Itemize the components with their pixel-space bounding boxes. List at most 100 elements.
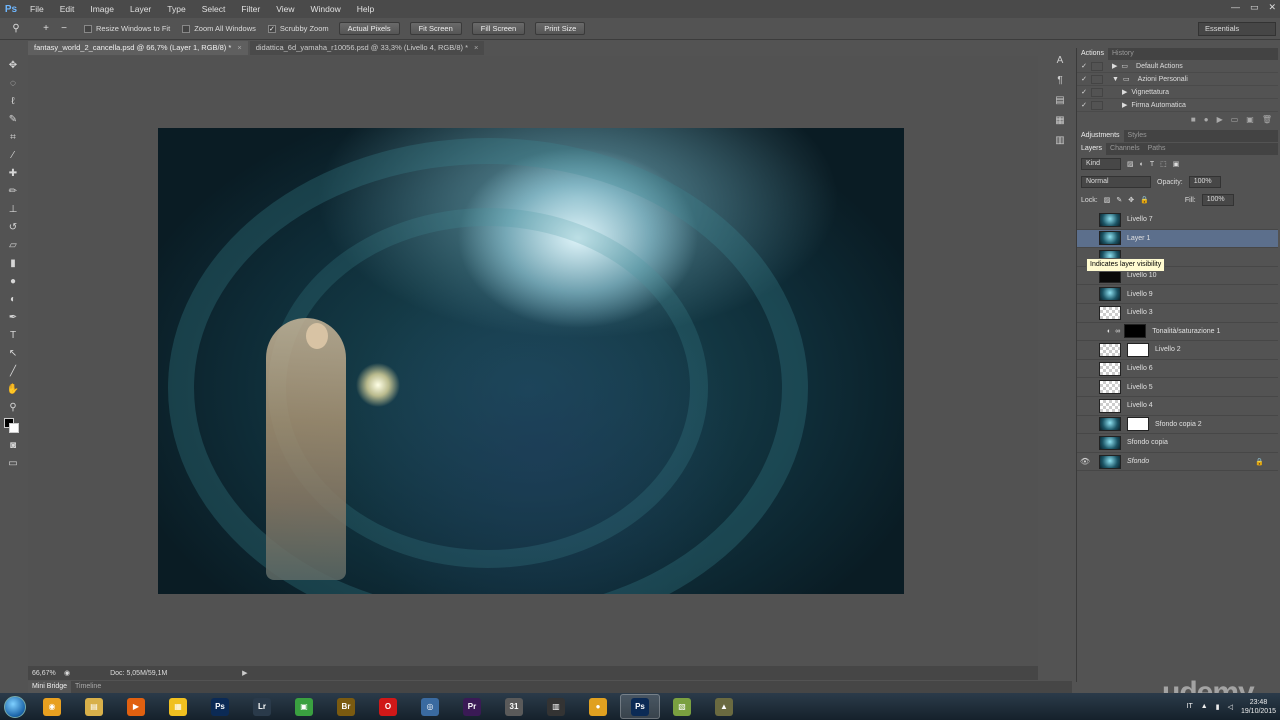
disclosure-triangle-icon[interactable]: ▼ xyxy=(1112,76,1119,83)
blur-tool-icon[interactable]: ● xyxy=(0,272,26,290)
close-icon[interactable]: ✕ xyxy=(1268,0,1276,14)
taskbar-app-button[interactable]: ◎ xyxy=(410,694,450,719)
taskbar-app-button[interactable]: 31 xyxy=(494,694,534,719)
menu-view[interactable]: View xyxy=(268,0,302,18)
action-dialog-toggle[interactable] xyxy=(1091,87,1103,97)
action-check-icon[interactable]: ✓ xyxy=(1077,101,1091,109)
eraser-tool-icon[interactable]: ▱ xyxy=(0,236,26,254)
blend-mode-select[interactable]: Normal xyxy=(1081,176,1151,188)
close-tab-icon[interactable]: × xyxy=(237,41,241,55)
tab-actions[interactable]: Actions xyxy=(1077,48,1108,60)
lock-transparent-icon[interactable]: ▨ xyxy=(1104,196,1111,204)
brush-tool-icon[interactable]: ✏ xyxy=(0,182,26,200)
tab-layers[interactable]: Layers xyxy=(1077,143,1107,155)
shape-tool-icon[interactable]: ╱ xyxy=(0,362,26,380)
taskbar-app-button[interactable]: Ps xyxy=(200,694,240,719)
history-brush-tool-icon[interactable]: ↺ xyxy=(0,218,26,236)
delete-action-icon[interactable]: 🗑 xyxy=(1262,115,1272,124)
tab-history[interactable]: History xyxy=(1108,48,1138,60)
paragraph-panel-icon[interactable]: ¶ xyxy=(1048,70,1072,90)
properties-panel-icon[interactable]: ▦ xyxy=(1048,110,1072,130)
print-size-button[interactable]: Print Size xyxy=(535,22,586,35)
taskbar-app-button[interactable]: O xyxy=(368,694,408,719)
visibility-eye-icon[interactable]: 👁 xyxy=(1077,457,1093,466)
tray-arrow-icon[interactable]: ▲ xyxy=(1201,703,1208,710)
layer-name[interactable]: Livello 10 xyxy=(1127,272,1157,279)
tab-mini-bridge[interactable]: Mini Bridge xyxy=(28,681,72,693)
gradient-tool-icon[interactable]: ▮ xyxy=(0,254,26,272)
zoom-in-icon[interactable]: + xyxy=(38,21,54,37)
menu-edit[interactable]: Edit xyxy=(52,0,83,18)
lock-all-icon[interactable]: 🔒 xyxy=(1140,196,1149,204)
color-swatches[interactable] xyxy=(0,416,26,436)
zoom-level-field[interactable]: 66,67% xyxy=(28,670,60,677)
minimize-icon[interactable]: — xyxy=(1231,0,1240,14)
start-button[interactable] xyxy=(0,693,30,720)
layer-name[interactable]: Sfondo xyxy=(1127,458,1149,465)
stamp-tool-icon[interactable]: ⊥ xyxy=(0,200,26,218)
status-menu-arrow-icon[interactable]: ▶ xyxy=(242,669,247,677)
disclosure-triangle-icon[interactable]: ▶ xyxy=(1112,62,1117,70)
lock-pixels-icon[interactable]: ✎ xyxy=(1116,196,1122,204)
new-set-icon[interactable]: ▭ xyxy=(1231,115,1239,124)
taskbar-app-button[interactable]: Pr xyxy=(452,694,492,719)
checkbox-box[interactable] xyxy=(182,24,191,33)
menu-file[interactable]: File xyxy=(22,0,52,18)
action-check-icon[interactable]: ✓ xyxy=(1077,62,1091,70)
layer-row[interactable]: 👁 Sfondo 🔒 xyxy=(1077,453,1278,472)
marquee-tool-icon[interactable]: ◌ xyxy=(0,74,26,92)
action-row-default-actions[interactable]: ✓ ▶ ▭ Default Actions xyxy=(1077,60,1278,73)
opacity-field[interactable]: 100% xyxy=(1188,176,1221,188)
taskbar-app-button[interactable]: Ps xyxy=(620,694,660,719)
stop-icon[interactable]: ■ xyxy=(1191,115,1196,124)
taskbar-app-button[interactable]: ◉ xyxy=(32,694,72,719)
taskbar-app-button[interactable]: ▶ xyxy=(116,694,156,719)
type-tool-icon[interactable]: T xyxy=(0,326,26,344)
menu-select[interactable]: Select xyxy=(194,0,234,18)
layer-name[interactable]: Livello 4 xyxy=(1127,402,1153,409)
layer-name[interactable]: Livello 5 xyxy=(1127,384,1153,391)
fill-field[interactable]: 100% xyxy=(1201,194,1234,206)
fit-screen-button[interactable]: Fit Screen xyxy=(409,22,462,35)
tool-presets-icon[interactable]: ▤ xyxy=(1048,90,1072,110)
layer-row[interactable]: Livello 5 xyxy=(1077,378,1278,397)
layer-name[interactable]: Livello 7 xyxy=(1127,216,1153,223)
zoom-out-icon[interactable]: − xyxy=(56,21,72,37)
layer-row[interactable]: Livello 6 xyxy=(1077,360,1278,379)
background-color-swatch[interactable] xyxy=(9,423,19,433)
document-tab[interactable]: fantasy_world_2_cancella.psd @ 66,7% (La… xyxy=(28,41,248,55)
layer-row[interactable]: Sfondo copia 2 xyxy=(1077,416,1278,435)
canvas-area[interactable] xyxy=(28,56,1038,666)
action-row-azioni-personali[interactable]: ✓ ▼ ▭ Azioni Personali xyxy=(1077,73,1278,86)
filter-smart-icon[interactable]: ▣ xyxy=(1173,160,1180,168)
character-panel-icon[interactable]: A xyxy=(1048,50,1072,70)
zoom-tool-icon[interactable]: ⚲ xyxy=(0,398,26,416)
layer-row[interactable]: ◐ ∞ Tonalità/saturazione 1 xyxy=(1077,323,1278,342)
checkbox-scrubby-zoom[interactable]: ✓ Scrubby Zoom xyxy=(267,24,329,33)
tab-channels[interactable]: Channels xyxy=(1106,143,1144,155)
layer-name[interactable]: Layer 1 xyxy=(1127,235,1150,242)
taskbar-app-button[interactable]: ▣ xyxy=(284,694,324,719)
layer-name[interactable]: Livello 6 xyxy=(1127,365,1153,372)
pen-tool-icon[interactable]: ✒ xyxy=(0,308,26,326)
filter-pixel-icon[interactable]: ▨ xyxy=(1127,160,1134,168)
menu-window[interactable]: Window xyxy=(302,0,348,18)
layer-kind-select[interactable]: Kind xyxy=(1081,158,1121,170)
screen-mode-icon[interactable]: ▭ xyxy=(0,454,26,472)
layer-name[interactable]: Tonalità/saturazione 1 xyxy=(1152,328,1220,335)
hand-tool-icon[interactable]: ✋ xyxy=(0,380,26,398)
taskbar-app-button[interactable]: ▥ xyxy=(536,694,576,719)
path-select-tool-icon[interactable]: ↖ xyxy=(0,344,26,362)
document-tab[interactable]: didattica_6d_yamaha_r10056.psd @ 33,3% (… xyxy=(249,41,485,55)
restore-icon[interactable]: ▭ xyxy=(1250,0,1259,14)
clock[interactable]: 23:48 19/10/2015 xyxy=(1241,698,1276,716)
tab-timeline[interactable]: Timeline xyxy=(71,681,105,693)
layer-row[interactable]: Sfondo copia xyxy=(1077,434,1278,453)
actual-pixels-button[interactable]: Actual Pixels xyxy=(338,22,400,35)
disclosure-triangle-icon[interactable]: ▶ xyxy=(1122,101,1127,109)
layer-row[interactable]: Livello 9 xyxy=(1077,285,1278,304)
layer-name[interactable]: Livello 9 xyxy=(1127,291,1153,298)
notes-panel-icon[interactable]: ▥ xyxy=(1048,130,1072,150)
tab-styles[interactable]: Styles xyxy=(1124,130,1151,142)
play-icon[interactable]: ▶ xyxy=(1217,115,1223,124)
